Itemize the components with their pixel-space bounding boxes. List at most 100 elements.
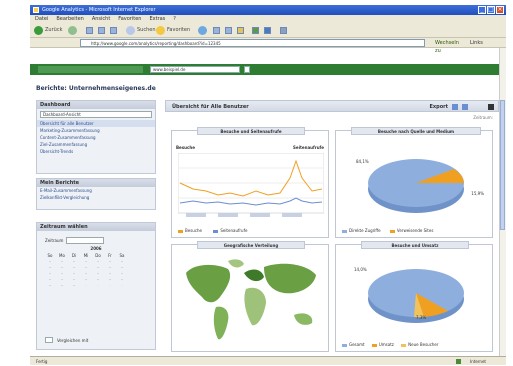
geo-widget: Geografische Verteilung (171, 241, 329, 352)
reports-panel: Mein Berichte E-Mail-Zusammenfassung Zie… (36, 178, 156, 210)
back-icon[interactable] (34, 26, 43, 35)
links-label[interactable]: Links (470, 39, 483, 47)
dashboard-item[interactable]: Ziel-Zusammenfassung (37, 141, 155, 148)
calendar-day[interactable]: · (57, 283, 67, 288)
menu-item-view[interactable]: Ansicht (92, 15, 110, 23)
go-button[interactable]: Wechseln zu (435, 39, 465, 54)
minimize-icon[interactable]: _ (478, 6, 486, 14)
extra-icon[interactable] (280, 27, 287, 34)
dashboard-title: Übersicht für Alle Benutzer (172, 104, 249, 110)
calendar-day[interactable]: · (93, 265, 103, 270)
compare-label: Vergleichen mit (57, 337, 89, 343)
source-widget-title: Besuche nach Quelle und Medium (351, 127, 481, 135)
browser-icon (33, 7, 39, 13)
select-arrow-icon[interactable] (244, 66, 250, 73)
calendar-panel: Zeitraum wählen Zeitraum 2006 So Mo Di M… (36, 222, 156, 350)
calendar-day[interactable]: · (81, 277, 91, 282)
calendar-day[interactable]: · (57, 271, 67, 276)
geo-widget-title: Geografische Verteilung (197, 241, 305, 249)
dashboard-select[interactable]: Dashboard-Ansicht (40, 111, 152, 118)
internet-zone-icon (456, 359, 461, 364)
calendar-day[interactable]: · (81, 259, 91, 264)
menu-item-favorites[interactable]: Favoriten (118, 15, 141, 23)
menu-item-edit[interactable]: Bearbeiten (56, 15, 83, 23)
status-bar: Fertig Internet (30, 356, 506, 365)
refresh-icon[interactable] (98, 27, 105, 34)
home-icon[interactable] (110, 27, 117, 34)
mail-icon[interactable] (213, 27, 220, 34)
calendar-day[interactable]: · (69, 283, 79, 288)
print-icon[interactable] (488, 104, 494, 110)
axis-tick (250, 213, 270, 217)
calendar-day[interactable]: · (57, 265, 67, 270)
menu-item-tools[interactable]: Extras (149, 15, 165, 23)
dashboard-item[interactable]: Marketing-Zusammenfassung (37, 127, 155, 134)
calendar-day[interactable]: · (57, 277, 67, 282)
dashboard-item[interactable]: Übersicht für alle Benutzer (37, 120, 155, 127)
history-icon[interactable] (198, 26, 207, 35)
conversion-slice-label: 7,3% (416, 315, 427, 320)
calendar-day[interactable]: · (45, 283, 55, 288)
back-label[interactable]: Zurück (45, 27, 62, 33)
folder-icon[interactable] (237, 27, 244, 34)
account-bar: www.beispiel.de (30, 64, 499, 75)
calendar-day[interactable]: · (81, 271, 91, 276)
search-label[interactable]: Suchen (137, 27, 156, 33)
window-titlebar[interactable]: Google Analytics - Microsoft Internet Ex… (30, 5, 506, 15)
forward-icon[interactable] (68, 26, 77, 35)
dashboard-main: Übersicht für Alle Benutzer Export Zeitr… (165, 100, 499, 356)
calendar-day[interactable]: · (45, 259, 55, 264)
calendar-day[interactable]: · (117, 259, 127, 264)
calendar-day[interactable]: · (81, 265, 91, 270)
search-icon[interactable] (126, 26, 135, 35)
dashboard-item[interactable]: Übersicht-Trends (37, 148, 155, 155)
legend-visits: Besuche (185, 228, 203, 233)
calendar-day[interactable]: · (57, 259, 67, 264)
calendar-day[interactable]: · (117, 265, 127, 270)
calendar-day[interactable]: · (45, 265, 55, 270)
favorites-star-icon[interactable] (156, 26, 165, 35)
compare-checkbox[interactable] (45, 337, 53, 343)
calendar-day[interactable]: · (93, 271, 103, 276)
calendar-day[interactable]: · (105, 283, 115, 288)
calendar-day[interactable]: · (93, 277, 103, 282)
profile-select[interactable]: www.beispiel.de (150, 66, 240, 73)
close-icon[interactable]: × (496, 6, 504, 14)
calendar-day[interactable]: · (81, 283, 91, 288)
menu-bar: Datei Bearbeiten Ansicht Favoriten Extra… (30, 15, 506, 23)
calendar-day[interactable]: · (105, 271, 115, 276)
calendar-day[interactable]: · (117, 283, 127, 288)
calendar-range-select[interactable] (66, 237, 105, 244)
stop-icon[interactable] (86, 27, 93, 34)
legend-swatch-referring (389, 229, 395, 233)
report-item[interactable]: E-Mail-Zusammenfassung (37, 187, 155, 194)
calendar-day[interactable]: · (105, 277, 115, 282)
calendar-day[interactable]: · (69, 271, 79, 276)
maximize-icon[interactable]: □ (487, 6, 495, 14)
menu-item-help[interactable]: ? (173, 15, 176, 23)
calendar-day[interactable]: · (105, 259, 115, 264)
tool-icon[interactable] (252, 27, 259, 34)
email-icon[interactable] (452, 104, 458, 110)
calendar-day[interactable]: · (93, 283, 103, 288)
favorites-label[interactable]: Favoriten (167, 27, 190, 33)
calendar-day[interactable]: · (45, 271, 55, 276)
calendar-day[interactable]: · (117, 277, 127, 282)
weekday: Mo (59, 253, 65, 258)
menu-item-file[interactable]: Datei (35, 15, 48, 23)
calendar-day[interactable]: · (117, 271, 127, 276)
url-input[interactable]: http://www.google.com/analytics/reportin… (80, 39, 425, 47)
messenger-icon[interactable] (264, 27, 271, 34)
dashboard-item[interactable]: Content-Zusammenfassung (37, 134, 155, 141)
calendar-day[interactable]: · (69, 265, 79, 270)
calendar-day[interactable]: · (69, 277, 79, 282)
print-icon[interactable] (225, 27, 232, 34)
calendar-day[interactable]: · (105, 265, 115, 270)
add-icon[interactable] (462, 104, 468, 110)
export-button[interactable]: Export (429, 104, 448, 110)
report-item[interactable]: Zielkonflikt-Vergleichung (37, 194, 155, 201)
calendar-day[interactable]: · (93, 259, 103, 264)
scrollbar-thumb[interactable] (500, 100, 505, 230)
calendar-day[interactable]: · (45, 277, 55, 282)
calendar-day[interactable]: · (69, 259, 79, 264)
